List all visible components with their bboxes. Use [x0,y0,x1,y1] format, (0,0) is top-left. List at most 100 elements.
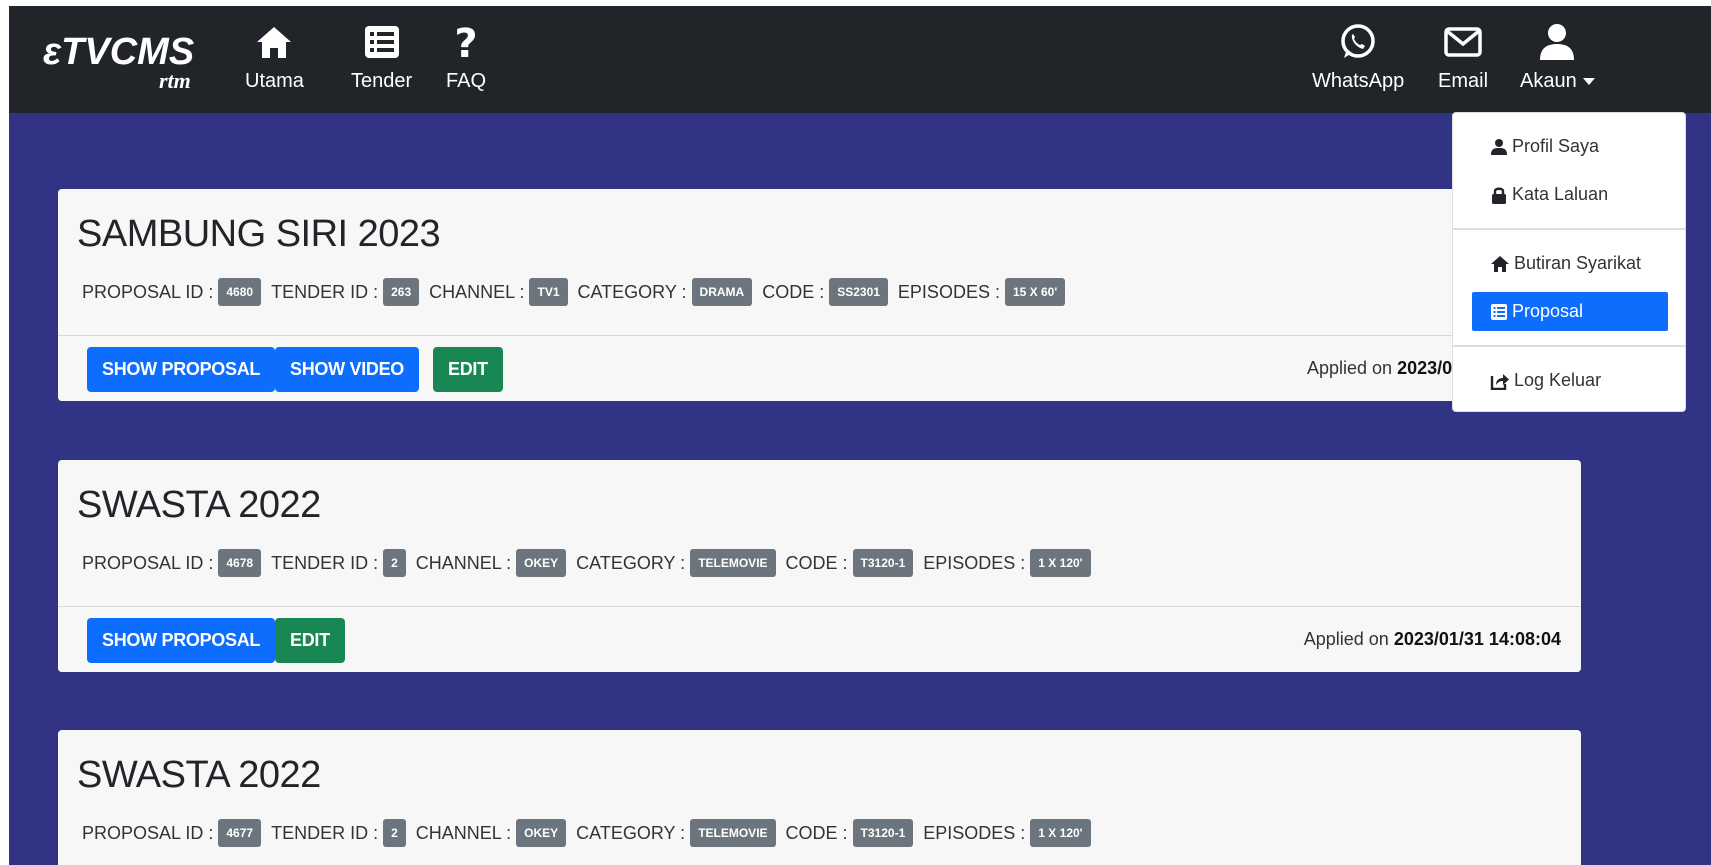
card-body: SAMBUNG SIRI 2023 PROPOSAL ID : 4680 TEN… [58,189,1581,335]
channel-label: CHANNEL : [415,552,512,573]
home-icon [257,27,292,58]
applied-on-text: Applied on 2023/0 [1307,358,1453,378]
proposal-meta: PROPOSAL ID : 4678 TENDER ID : 2 CHANNEL… [82,549,1101,577]
proposal-card: SWASTA 2022 PROPOSAL ID : 4677 TENDER ID… [58,730,1581,865]
caret-down-icon [1582,78,1595,86]
episodes-badge: 15 X 60' [1004,278,1066,306]
episodes-label: EPISODES : [923,552,1026,573]
code-badge: SS2301 [829,278,888,306]
proposal-id-badge: 4680 [218,278,262,306]
category-badge: DRAMA [691,278,753,306]
code-badge: T3120-1 [852,549,914,577]
code-label: CODE : [785,552,848,573]
edit-button[interactable]: EDIT [433,347,503,392]
proposal-title: SWASTA 2022 [77,484,321,526]
dropdown-item-label: Log Keluar [1514,370,1602,390]
dropdown-divider [1453,228,1685,230]
svg-text:rtm: rtm [159,68,191,93]
proposal-title: SAMBUNG SIRI 2023 [77,213,441,255]
nav-tender[interactable]: Tender [351,22,412,93]
nav-whatsapp[interactable]: WhatsApp [1312,22,1404,93]
dropdown-item-log-keluar[interactable]: Log Keluar [1490,370,1601,391]
category-label: CATEGORY : [576,822,686,843]
question-icon: ? [454,22,477,62]
envelope-icon [1444,27,1482,57]
user-icon [1491,138,1507,155]
nav-utama[interactable]: Utama [245,22,304,93]
nav-utama-label: Utama [245,70,304,92]
brand-logo[interactable]: ɛTVCMS rtm [41,26,211,96]
category-badge: TELEMOVIE [690,549,776,577]
nav-tender-label: Tender [351,70,413,92]
whatsapp-icon [1341,24,1375,58]
card-footer: SHOW PROPOSAL EDIT Applied on 2023/01/31… [58,606,1581,672]
show-proposal-button[interactable]: SHOW PROPOSAL [87,347,276,392]
proposal-meta: PROPOSAL ID : 4680 TENDER ID : 263 CHANN… [82,278,1075,306]
dropdown-item-kata-laluan[interactable]: Kata Laluan [1490,184,1608,205]
tender-id-label: TENDER ID : [271,552,379,573]
dropdown-item-label: Kata Laluan [1512,184,1609,204]
code-label: CODE : [785,822,848,843]
proposal-meta: PROPOSAL ID : 4677 TENDER ID : 2 CHANNEL… [82,819,1101,847]
category-label: CATEGORY : [577,281,687,302]
nav-faq[interactable]: ? FAQ [446,22,486,93]
proposal-card: SWASTA 2022 PROPOSAL ID : 4678 TENDER ID… [58,460,1581,672]
dropdown-item-label: Butiran Syarikat [1514,253,1642,273]
proposal-card: SAMBUNG SIRI 2023 PROPOSAL ID : 4680 TEN… [58,189,1581,401]
list-icon [364,26,399,58]
tender-id-badge: 2 [383,819,406,847]
episodes-label: EPISODES : [897,281,1000,302]
proposal-id-badge: 4677 [218,819,262,847]
dropdown-item-label: Profil Saya [1512,136,1600,156]
proposal-id-badge: 4678 [218,549,262,577]
page-frame: ɛTVCMS rtm Utama Tender ? FAQ WhatsApp E… [9,6,1711,865]
episodes-badge: 1 X 120' [1030,549,1091,577]
category-badge: TELEMOVIE [690,819,776,847]
nav-whatsapp-label: WhatsApp [1312,70,1405,92]
card-body: SWASTA 2022 PROPOSAL ID : 4677 TENDER ID… [58,730,1581,865]
episodes-label: EPISODES : [923,822,1026,843]
proposal-id-label: PROPOSAL ID : [82,552,214,573]
category-label: CATEGORY : [576,552,686,573]
nav-akaun[interactable]: Akaun [1520,22,1595,93]
nav-faq-label: FAQ [446,70,487,92]
tender-id-badge: 263 [383,278,420,306]
code-badge: T3120-1 [852,819,914,847]
proposal-id-label: PROPOSAL ID : [82,281,214,302]
dropdown-item-proposal[interactable]: Proposal [1472,292,1668,331]
home-icon [1491,255,1509,272]
nav-email-label: Email [1438,70,1489,92]
episodes-badge: 1 X 120' [1030,819,1091,847]
dropdown-item-label: Proposal [1512,301,1584,321]
channel-badge: OKEY [516,819,567,847]
show-video-button[interactable]: SHOW VIDEO [275,347,420,392]
channel-label: CHANNEL : [429,281,525,302]
channel-label: CHANNEL : [415,822,512,843]
edit-button[interactable]: EDIT [275,618,345,663]
tender-id-badge: 2 [383,549,406,577]
account-dropdown-menu: Profil Saya Kata Laluan Butiran Syarikat… [1452,112,1686,412]
svg-text:ɛTVCMS: ɛTVCMS [43,31,194,73]
applied-on-text: Applied on 2023/01/31 14:08:04 [1303,629,1561,649]
nav-akaun-label: Akaun [1520,70,1595,93]
tender-id-label: TENDER ID : [271,281,379,302]
proposal-title: SWASTA 2022 [77,754,321,796]
channel-badge: TV1 [529,278,568,306]
user-icon [1540,24,1575,60]
code-label: CODE : [762,281,825,302]
share-icon [1490,373,1509,390]
show-proposal-button[interactable]: SHOW PROPOSAL [87,618,276,663]
dropdown-item-butiran-syarikat[interactable]: Butiran Syarikat [1490,253,1641,274]
top-navbar: ɛTVCMS rtm Utama Tender ? FAQ WhatsApp E… [9,6,1711,113]
nav-email[interactable]: Email [1438,22,1488,93]
tender-id-label: TENDER ID : [271,822,379,843]
dropdown-divider [1453,345,1685,347]
proposal-id-label: PROPOSAL ID : [82,822,214,843]
list-icon [1491,303,1507,320]
card-body: SWASTA 2022 PROPOSAL ID : 4678 TENDER ID… [58,460,1581,606]
channel-badge: OKEY [516,549,567,577]
dropdown-item-profil-saya[interactable]: Profil Saya [1490,136,1599,157]
card-footer: SHOW PROPOSAL SHOW VIDEO EDIT Applied on… [58,335,1581,401]
lock-icon [1492,187,1506,204]
svg-text:?: ? [454,22,477,62]
